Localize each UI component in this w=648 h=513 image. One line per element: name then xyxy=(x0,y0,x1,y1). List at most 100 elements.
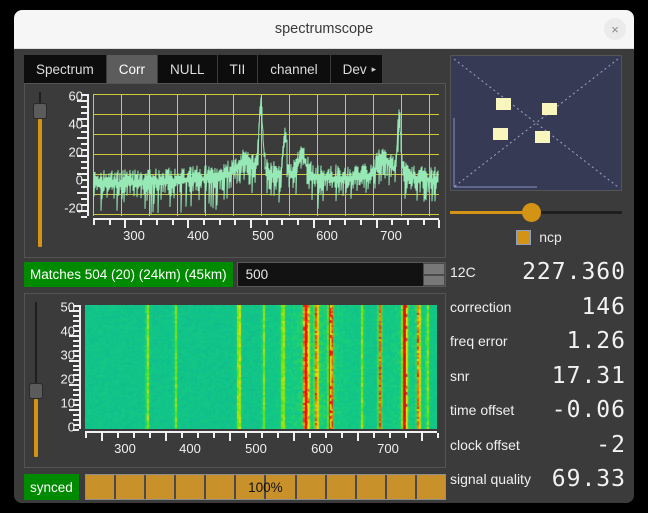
constellation-point xyxy=(535,131,550,143)
spinbox-up-button[interactable] xyxy=(423,263,445,275)
axis-tick xyxy=(229,433,231,441)
axis-tick xyxy=(69,309,79,312)
slider-handle[interactable] xyxy=(33,103,47,120)
axis-tick xyxy=(81,185,87,188)
x-tick: 600 xyxy=(316,228,338,243)
constellation-slider[interactable] xyxy=(450,201,622,223)
axis-tick xyxy=(389,433,391,438)
tab-label: Spectrum xyxy=(36,61,94,77)
chevron-right-icon[interactable]: ▸ xyxy=(372,64,377,75)
axis-tick xyxy=(250,220,252,228)
axis-tick xyxy=(85,433,87,438)
tab-tii[interactable]: TII xyxy=(217,55,259,83)
tab-channel[interactable]: channel xyxy=(258,55,331,83)
axis-tick xyxy=(73,399,79,402)
axis-tick xyxy=(81,130,87,133)
axis-tick xyxy=(357,433,359,441)
axis-tick xyxy=(421,433,423,441)
close-icon[interactable]: × xyxy=(604,18,626,40)
axis-tick xyxy=(77,118,87,121)
waterfall-canvas xyxy=(85,305,437,429)
axis-tick xyxy=(77,100,87,103)
axis-tick xyxy=(81,216,87,218)
tab-spectrum[interactable]: Spectrum xyxy=(24,55,107,83)
readout-row: time offset -0.06 xyxy=(450,393,628,428)
constellation-diagram xyxy=(450,55,622,191)
spinbox-down-button[interactable] xyxy=(423,274,445,286)
axis-tick xyxy=(81,94,87,96)
axis-tick xyxy=(73,369,79,372)
readout-list: 12C 227.360 correction 146 freq error 1.26 snr… xyxy=(450,255,628,497)
window-body: Spectrum Corr NULL TII channel Dev ▸ 60 … xyxy=(14,49,634,503)
threshold-spinbox[interactable]: 500 xyxy=(236,262,446,287)
axis-tick xyxy=(93,220,95,225)
x-tick: 300 xyxy=(123,228,145,243)
correlation-gain-slider[interactable] xyxy=(33,92,47,247)
axis-tick xyxy=(81,148,87,151)
axis-tick xyxy=(108,220,111,225)
slider-handle[interactable] xyxy=(29,382,43,399)
axis-tick xyxy=(73,424,79,427)
axis-tick xyxy=(187,220,190,228)
tab-dev[interactable]: Dev ▸ xyxy=(330,55,384,83)
y-tick: 0 xyxy=(67,419,75,435)
axis-tick xyxy=(73,389,79,392)
x-tick: 300 xyxy=(114,441,136,456)
window-title: spectrumscope xyxy=(274,21,374,37)
tab-label: TII xyxy=(229,61,246,77)
readout-value: -0.06 xyxy=(551,397,626,424)
readout-row: freq error 1.26 xyxy=(450,324,628,359)
tab-label: Dev xyxy=(342,61,367,77)
readout-value: 146 xyxy=(581,293,626,320)
progress-bar: 100% xyxy=(84,474,446,500)
tab-corr[interactable]: Corr xyxy=(106,55,159,83)
matches-row: Matches 504 (20) (24km) (45km) 500 xyxy=(24,262,446,287)
constellation-legend: ncp xyxy=(450,229,628,245)
axis-tick xyxy=(171,220,174,225)
waterfall-gain-slider[interactable] xyxy=(29,302,43,457)
tab-label: NULL xyxy=(170,61,205,77)
constellation-guides xyxy=(453,58,619,188)
sync-status-badge: synced xyxy=(24,474,79,500)
axis-tick xyxy=(117,433,119,438)
axis-tick xyxy=(277,433,279,438)
right-pane: ncp 12C 227.360 correction 146 freq error 1.2… xyxy=(450,55,628,497)
axis-tick xyxy=(422,220,425,225)
axis-tick xyxy=(155,220,158,225)
axis-tick xyxy=(312,220,315,228)
axis-tick xyxy=(149,433,151,438)
constellation-point xyxy=(496,98,511,110)
axis-tick xyxy=(81,124,87,127)
x-tick: 400 xyxy=(179,441,201,456)
axis-tick xyxy=(81,106,87,109)
slider-fill xyxy=(450,211,532,214)
axis-tick xyxy=(437,433,439,438)
spinbox-value[interactable]: 500 xyxy=(238,263,423,286)
y-tick: -20 xyxy=(64,200,83,216)
tab-bar: Spectrum Corr NULL TII channel Dev ▸ xyxy=(24,55,446,83)
axis-tick xyxy=(281,220,284,225)
axis-tick xyxy=(405,433,407,438)
x-tick: 700 xyxy=(380,228,402,243)
readout-value: -2 xyxy=(596,431,626,458)
app-window: spectrumscope × Spectrum Corr NULL TII c… xyxy=(14,10,634,503)
slider-handle[interactable] xyxy=(521,203,541,222)
axis-tick xyxy=(73,324,79,327)
axis-tick xyxy=(101,433,103,441)
axis-tick xyxy=(218,220,221,225)
readout-value: 227.360 xyxy=(522,259,626,286)
x-tick: 600 xyxy=(311,441,333,456)
legend-label: ncp xyxy=(539,229,562,245)
axis-tick xyxy=(81,197,87,200)
tab-null[interactable]: NULL xyxy=(158,55,218,83)
axis-tick xyxy=(73,419,79,422)
axis-tick xyxy=(391,220,394,225)
readout-row: 12C 227.360 xyxy=(450,255,628,290)
axis-tick xyxy=(81,203,87,206)
axis-tick xyxy=(73,329,79,332)
axis-tick xyxy=(73,339,79,342)
constellation-point xyxy=(542,103,557,115)
axis-tick xyxy=(81,112,87,115)
matches-badge: Matches 504 (20) (24km) (45km) xyxy=(24,262,233,287)
axis-tick xyxy=(73,429,79,431)
